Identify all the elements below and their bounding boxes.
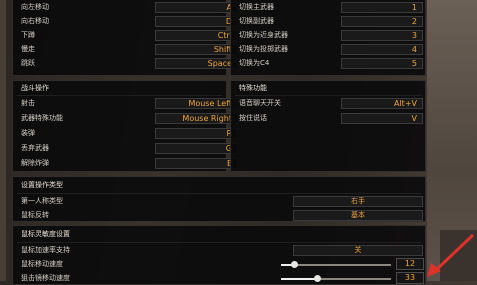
setting-row[interactable]: 鼠标加速率支持 关 [13,244,425,257]
setting-row[interactable]: 鼠标反转 基本 [13,209,425,222]
section-title: 鼠标灵敏度设置 [21,230,70,238]
keybind-row[interactable]: 切换为近身武器 3 [231,29,425,42]
keybind-row[interactable]: 切换主武器 1 [231,1,425,14]
special-panel: 特殊功能 语音聊天开关 Alt+V 按住说话 V [230,80,426,172]
keybind-row[interactable]: 切换为C4 5 [231,57,425,70]
divider [17,95,222,96]
keybind-key[interactable]: D [155,16,238,27]
slider-fill [281,278,317,280]
keybind-label: 丢弃武器 [21,144,49,152]
keybind-label: 解除炸弹 [21,159,49,167]
setting-label: 鼠标移动速度 [21,260,63,268]
combat-panel: 战斗操作 射击Mouse Left 武器特殊功能Mouse Right 装弹R … [12,80,238,172]
keybind-key[interactable]: Shift [155,44,238,55]
keybind-key[interactable]: V [341,113,423,124]
setting-row[interactable]: 狙击镜移动速度 33 [13,272,425,285]
keybind-row[interactable]: 向左移动 A [13,1,238,14]
mouse-speed-slider[interactable] [281,261,391,268]
divider [235,95,421,96]
keybind-row[interactable]: 解除炸弹 E [13,157,238,170]
device-panel: 设置操作类型 第一人称类型 右手 鼠标反转 基本 [12,176,426,222]
keybind-label: 切换副武器 [239,17,274,25]
setting-row[interactable]: 鼠标移动速度 12 [13,258,425,271]
keybind-key[interactable]: Mouse Left [155,98,238,109]
keybind-label: 向左移动 [21,3,49,11]
section-title: 设置操作类型 [21,181,63,189]
divider [17,242,421,243]
keybind-key[interactable]: R [155,128,238,139]
keybind-key[interactable]: Space [155,58,238,69]
keybind-label: 慢走 [21,45,35,53]
keybind-row[interactable]: 武器特殊功能 Mouse Right [13,112,238,125]
keybind-label: 下蹲 [21,31,35,39]
keybind-label: 切换为投掷武器 [239,45,288,53]
keybind-key[interactable]: Mouse Right [155,113,238,124]
divider [17,193,421,194]
keybind-label: 武器特殊功能 [21,114,63,122]
keybind-label: 切换主武器 [239,3,274,11]
setting-value[interactable]: 基本 [293,210,423,221]
keybind-row[interactable]: 切换为投掷武器 4 [231,43,425,56]
slider-thumb[interactable] [291,261,298,268]
weapon-panel: 切换主武器 1 切换副武器 2 切换为近身武器 3 切换为投掷武器 4 切换为C4 5 [230,0,426,76]
setting-value[interactable]: 右手 [293,196,423,207]
keybind-key[interactable]: Ctrl [155,30,238,41]
setting-value[interactable]: 关 [293,245,423,256]
scope-speed-slider[interactable] [281,275,391,282]
keybind-key[interactable]: E [155,158,238,169]
movement-panel: 向左移动 A 向右移动 D 下蹲 Ctrl 慢走 Shift 跳跃 Space [12,0,238,76]
keybind-row[interactable]: 跳跃 Space [13,57,238,70]
keybind-key[interactable]: 1 [341,2,423,13]
setting-label: 狙击镜移动速度 [21,274,70,282]
keybind-row[interactable]: 切换副武器 2 [231,15,425,28]
keybind-key[interactable]: 3 [341,30,423,41]
keybind-row[interactable]: 射击 Mouse Left [13,97,238,110]
keybind-label: 装弹 [21,129,35,137]
setting-label: 第一人称类型 [21,197,63,205]
keybind-row[interactable]: 慢走 Shift [13,43,238,56]
annotation-arrow-icon [427,233,475,277]
keybind-row[interactable]: 语音聊天开关 Alt+V [231,97,425,110]
keybind-key[interactable]: 5 [341,58,423,69]
setting-label: 鼠标加速率支持 [21,246,70,254]
keybind-label: 射击 [21,99,35,107]
setting-label: 鼠标反转 [21,211,49,219]
keybind-label: 切换为C4 [239,59,270,67]
mouse-panel: 鼠标灵敏度设置 鼠标加速率支持 关 鼠标移动速度 12 狙击镜移动速度 33 [12,225,426,285]
keybind-label: 切换为近身武器 [239,31,288,39]
keybind-label: 语音聊天开关 [239,99,281,107]
keybind-row[interactable]: 下蹲 Ctrl [13,29,238,42]
keybind-row[interactable]: 按住说话 V [231,112,425,125]
keybind-label: 跳跃 [21,59,35,67]
keybind-key[interactable]: 4 [341,44,423,55]
keybind-key[interactable]: 2 [341,16,423,27]
setting-row[interactable]: 第一人称类型 右手 [13,195,425,208]
keybind-label: 向右移动 [21,17,49,25]
keybind-label: 按住说话 [239,114,267,122]
keybind-row[interactable]: 装弹 R [13,127,238,140]
keybind-key[interactable]: A [155,2,238,13]
section-title: 特殊功能 [239,84,267,92]
keybind-row[interactable]: 丢弃武器 G [13,142,238,155]
keybind-key[interactable]: G [155,143,238,154]
keybind-row[interactable]: 向右移动 D [13,15,238,28]
section-title: 战斗操作 [21,84,49,92]
keybind-key[interactable]: Alt+V [341,98,423,109]
